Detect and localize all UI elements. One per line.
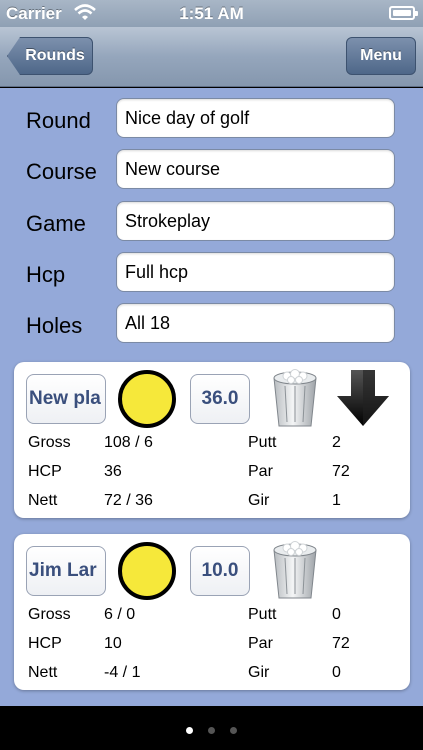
arrow-down-icon[interactable] (335, 368, 391, 428)
hcp-stat-value: 10 (104, 635, 122, 652)
game-field[interactable]: Strokeplay (116, 201, 395, 241)
player-hcp-button[interactable]: 10.0 (190, 546, 250, 596)
course-field[interactable]: New course (116, 149, 395, 189)
gir-label: Gir (248, 664, 270, 681)
round-details: Round Nice day of golf Course New course… (0, 88, 423, 706)
hcp-stat-value: 36 (104, 463, 122, 480)
holes-field[interactable]: All 18 (116, 303, 395, 343)
round-row: Round Nice day of golf (0, 98, 423, 138)
gross-value: 108 / 6 (104, 434, 153, 451)
ball-color-icon[interactable] (118, 542, 176, 600)
clock: 1:51 AM (179, 4, 244, 23)
player-hcp-button[interactable]: 36.0 (190, 374, 250, 424)
player-card: Jim Lar 10.0 Gross 6 / 0 Putt 0 HCP 10 P… (14, 534, 410, 690)
nett-label: Nett (28, 492, 58, 509)
hcp-field[interactable]: Full hcp (116, 252, 395, 292)
menu-button[interactable]: Menu (346, 37, 416, 75)
page-dot[interactable] (208, 727, 215, 734)
putt-label: Putt (248, 434, 277, 451)
page-dot[interactable] (186, 727, 193, 734)
hcp-label: Hcp (26, 262, 66, 287)
course-label: Course (26, 159, 97, 184)
holes-label: Holes (26, 313, 83, 338)
nett-value: -4 / 1 (104, 664, 141, 681)
ball-color-icon[interactable] (118, 370, 176, 428)
page-control[interactable] (0, 706, 423, 750)
page-dot[interactable] (230, 727, 237, 734)
gir-label: Gir (248, 492, 270, 509)
hcp-row: Hcp Full hcp (0, 252, 423, 292)
course-row: Course New course (0, 149, 423, 189)
round-label: Round (26, 108, 91, 133)
game-label: Game (26, 211, 86, 236)
trash-icon[interactable] (270, 368, 320, 428)
putt-value: 0 (332, 606, 341, 623)
hcp-stat-label: HCP (28, 463, 62, 480)
holes-row: Holes All 18 (0, 303, 423, 343)
gir-value: 1 (332, 492, 341, 509)
gross-label: Gross (28, 606, 71, 623)
battery-icon (389, 6, 418, 20)
gir-value: 0 (332, 664, 341, 681)
player-name-button[interactable]: Jim Lar (26, 546, 106, 596)
par-value: 72 (332, 635, 350, 652)
game-row: Game Strokeplay (0, 201, 423, 241)
par-label: Par (248, 463, 273, 480)
putt-label: Putt (248, 606, 277, 623)
par-value: 72 (332, 463, 350, 480)
gross-label: Gross (28, 434, 71, 451)
nett-label: Nett (28, 664, 58, 681)
player-card: New pla 36.0 Gross 108 / 6 Putt 2 HCP 36… (14, 362, 410, 518)
back-button-rounds[interactable]: Rounds (7, 37, 93, 75)
player-name-button[interactable]: New pla (26, 374, 106, 424)
navigation-bar: Rounds Menu (0, 27, 423, 87)
status-bar: Carrier 1:51 AM (0, 0, 423, 27)
gross-value: 6 / 0 (104, 606, 136, 623)
hcp-stat-label: HCP (28, 635, 62, 652)
putt-value: 2 (332, 434, 341, 451)
nett-value: 72 / 36 (104, 492, 153, 509)
round-name-field[interactable]: Nice day of golf (116, 98, 395, 138)
par-label: Par (248, 635, 273, 652)
trash-icon[interactable] (270, 540, 320, 600)
